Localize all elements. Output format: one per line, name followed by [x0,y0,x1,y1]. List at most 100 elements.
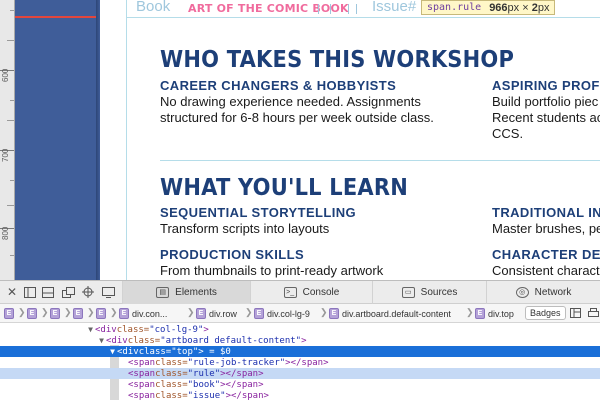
audience-title-hobbyists: CAREER CHANGERS & HOBBYISTS [160,78,397,93]
header-tick [356,4,357,14]
inspect-element-icon[interactable] [80,284,96,300]
section-heading-who: WHO TAKES THIS WORKSHOP [160,46,515,73]
section-heading-learn: WHAT YOU'LL LEARN [160,174,408,201]
tooltip-selector: span.rule [427,2,482,13]
tab-label: Network [534,287,572,298]
audience-text-line: Build portfolio piec [492,94,599,109]
print-icon[interactable] [586,306,600,320]
header-tick [348,4,349,14]
issue-label: Issue# [372,0,417,15]
dom-node-hovered[interactable]: < span class= "rule" ></span> [0,368,600,379]
breadcrumb-ancestor[interactable]: E [27,307,37,320]
skill-title: CHARACTER DES [492,247,600,262]
skill-text: From thumbnails to print-ready artwork [160,263,384,278]
skill-title: PRODUCTION SKILLS [160,247,305,262]
breadcrumb-separator: ❯ [87,307,95,317]
devtools-tabbar: ✕ ▤ Elements >_ Console ▭ Sources ◎ Netw… [0,281,600,304]
breadcrumb-ancestor[interactable]: E [50,307,60,320]
dock-side-icon[interactable] [40,284,56,300]
skill-title: SEQUENTIAL STORYTELLING [160,205,357,220]
breadcrumb-current[interactable]: Ediv.top [475,307,514,320]
disclosure-triangle-icon[interactable]: ▼ [86,325,95,334]
breadcrumb-separator: ❯ [187,307,195,317]
book-label: Book [136,0,171,15]
console-icon: >_ [283,287,297,298]
network-icon: ◎ [515,287,529,298]
breadcrumb-separator: ❯ [466,307,474,317]
tab-label: Sources [420,287,458,298]
breadcrumb-separator: ❯ [41,307,49,317]
guide-line [126,0,127,280]
undock-icon[interactable] [60,284,76,300]
element-icon: E [475,308,485,319]
disclosure-triangle-icon[interactable]: ▼ [97,336,106,345]
element-icon: E [196,308,206,319]
tab-network[interactable]: ◎ Network [486,281,600,304]
tab-elements[interactable]: ▤ Elements [122,281,250,304]
ruler-tick [7,120,14,121]
header-tick [330,4,331,14]
breadcrumb-container[interactable]: Ediv.con... [119,307,167,320]
tooltip-dimensions: 966px × 2px [489,1,550,14]
comic-title-label: ART OF THE COMIC BOOK [188,2,349,15]
ruler-tick [10,180,14,181]
rule-line [15,16,96,18]
breadcrumb-separator: ❯ [320,307,328,317]
ruler-tick [10,10,14,11]
dom-node[interactable]: ▼ < div class= "col-lg-9" > [0,324,600,335]
element-icon: E [27,308,37,319]
ruler-tick [7,40,14,41]
ruler-label: 600 [1,68,10,82]
layout-panel-icon[interactable] [568,306,582,320]
disclosure-triangle-icon[interactable]: ▼ [108,347,117,356]
ruler-label: 800 [1,226,10,240]
breadcrumb-separator: ❯ [18,307,26,317]
close-icon[interactable]: ✕ [4,284,20,300]
ruler-tick [10,100,14,101]
skill-title: TRADITIONAL INI [492,205,600,220]
element-icon: E [73,308,83,319]
audience-text-line: CCS. [492,126,524,141]
page-viewport: 600 700 800 Book ART OF THE COMIC BOOK I… [0,0,600,280]
breadcrumb-ancestor[interactable]: E [96,307,106,320]
breadcrumb-separator: ❯ [245,307,253,317]
tab-sources[interactable]: ▭ Sources [372,281,486,304]
dom-node[interactable]: < span class= "rule-job-tracker" ></span> [0,357,600,368]
element-size-tooltip: span.rule 966px × 2px [421,0,556,15]
dom-tree: ▼ < div class= "col-lg-9" > ▼ < div class= "a… [0,323,600,400]
breadcrumb-root[interactable]: E [4,307,14,320]
breadcrumb-col[interactable]: Ediv.col-lg-9 [254,307,310,320]
ruler-tick [10,255,14,256]
skill-text: Master brushes, pe [492,221,600,236]
audience-text-line: structured for 6-8 hours per week outsid… [160,110,434,125]
element-icon: E [4,308,14,319]
element-icon: E [50,308,60,319]
artboard [100,0,600,280]
breadcrumb-ancestor[interactable]: E [73,307,83,320]
sources-icon: ▭ [401,287,415,298]
audience-text-line: No drawing experience needed. Assignment… [160,94,421,109]
tab-console[interactable]: >_ Console [250,281,372,304]
dom-node-selected[interactable]: ▼ < div class= "top" > = $0 [0,346,600,357]
ruler-tick [7,205,14,206]
guide-line [126,17,600,18]
header-tick [318,4,319,14]
skill-text: Transform scripts into layouts [160,221,330,236]
breadcrumb-artboard[interactable]: Ediv.artboard.default-content [329,307,451,320]
devtools-panel: ✕ ▤ Elements >_ Console ▭ Sources ◎ Netw… [0,280,600,400]
dom-node[interactable]: < span class= "book" ></span> [0,379,600,390]
element-icon: E [254,308,264,319]
device-mode-icon[interactable] [100,284,116,300]
breadcrumb-row[interactable]: Ediv.row [196,307,237,320]
audience-text-line: Recent students ac [492,110,600,125]
vertical-ruler: 600 700 800 [0,0,15,280]
dom-node[interactable]: < span class= "issue" ></span> [0,390,600,400]
element-icon: E [119,308,129,319]
dock-bottom-icon[interactable] [22,284,38,300]
tab-label: Console [302,287,340,298]
dom-node[interactable]: ▼ < div class= "artboard default-content" > [0,335,600,346]
audience-title-professionals: ASPIRING PROFE [492,78,600,93]
element-icon: E [329,308,339,319]
tab-label: Elements [175,287,217,298]
badges-button[interactable]: Badges [525,306,566,320]
